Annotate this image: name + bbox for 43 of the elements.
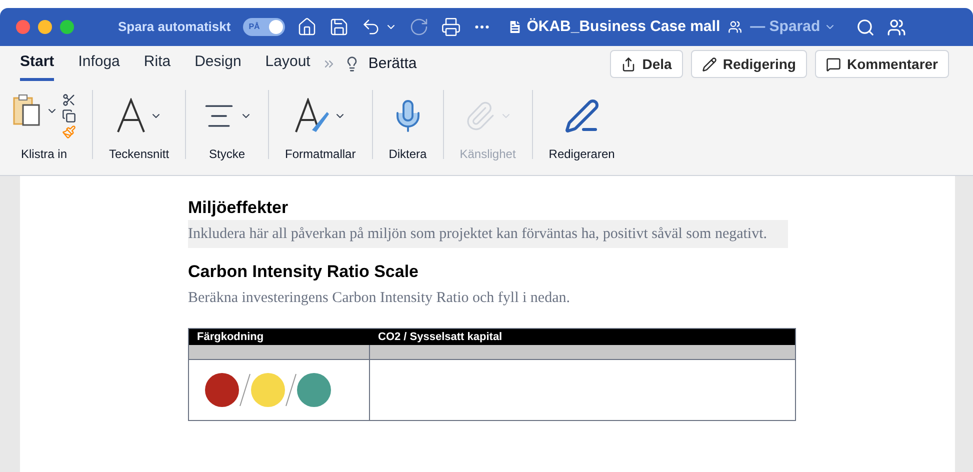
copy-icon[interactable] <box>62 108 76 122</box>
clipboard-icon <box>12 92 42 126</box>
ribbon-button[interactable]: Teckensnitt <box>109 145 170 163</box>
ribbon-tab[interactable]: Layout <box>265 47 310 81</box>
save-icon[interactable] <box>328 17 349 37</box>
share-people-icon[interactable] <box>887 18 906 36</box>
section-text: Inkludera här all påverkan på miljön som projektet kan förväntas ha, positivt såväl som negativt. <box>188 220 788 248</box>
font-letter-icon <box>116 98 146 134</box>
pen-icon <box>564 98 600 134</box>
ribbon-action-button[interactable]: Kommentarer <box>814 50 949 78</box>
zoom-window-button[interactable] <box>60 20 74 34</box>
slash-icon <box>239 373 251 407</box>
share-icon <box>621 56 636 72</box>
ribbon-button[interactable]: Diktera <box>388 145 427 163</box>
save-status[interactable]: — Sparad <box>750 16 820 38</box>
people-icon[interactable] <box>728 20 742 34</box>
ribbon-tab[interactable]: Infoga <box>78 47 120 81</box>
table-header-cell-text: Färgkodning <box>196 330 265 345</box>
styles-brush-icon <box>294 98 330 134</box>
ribbon-tab[interactable]: Rita <box>144 47 171 81</box>
ribbon-button[interactable]: Stycke <box>209 145 246 163</box>
ribbon-tab[interactable]: Design <box>194 47 242 81</box>
tell-me-field[interactable]: Berätta <box>368 52 417 76</box>
print-icon[interactable] <box>440 17 461 37</box>
section-text: Beräkna investeringens Carbon Intensity Ratio och fyll i nedan. <box>188 289 571 308</box>
minimize-window-button[interactable] <box>38 20 52 34</box>
search-icon[interactable] <box>856 18 876 36</box>
ribbon-button[interactable]: Redigeraren <box>548 145 615 163</box>
home-icon[interactable] <box>296 17 317 37</box>
table-header-cell-text: CO2 / Sysselsatt kapital <box>377 330 504 345</box>
pencil-icon <box>702 56 717 72</box>
slash-icon <box>285 373 297 407</box>
ribbon-action-button[interactable]: Redigering <box>690 50 807 78</box>
section-heading: Carbon Intensity Ratio Scale <box>188 261 420 283</box>
ribbon-tab[interactable]: Start <box>20 47 54 81</box>
comment-icon <box>826 56 841 72</box>
ribbon-action-button[interactable]: Dela <box>610 50 683 78</box>
window-title: ÖKAB_Business Case mall <box>526 16 720 37</box>
ribbon-button[interactable]: Formatmallar <box>285 145 356 163</box>
section-heading: Miljöeffekter <box>188 197 290 219</box>
scissors-icon[interactable] <box>62 92 76 106</box>
ribbon-button[interactable]: Klistra in <box>20 145 67 163</box>
autosave-label: Spara automatiskt <box>118 18 231 36</box>
